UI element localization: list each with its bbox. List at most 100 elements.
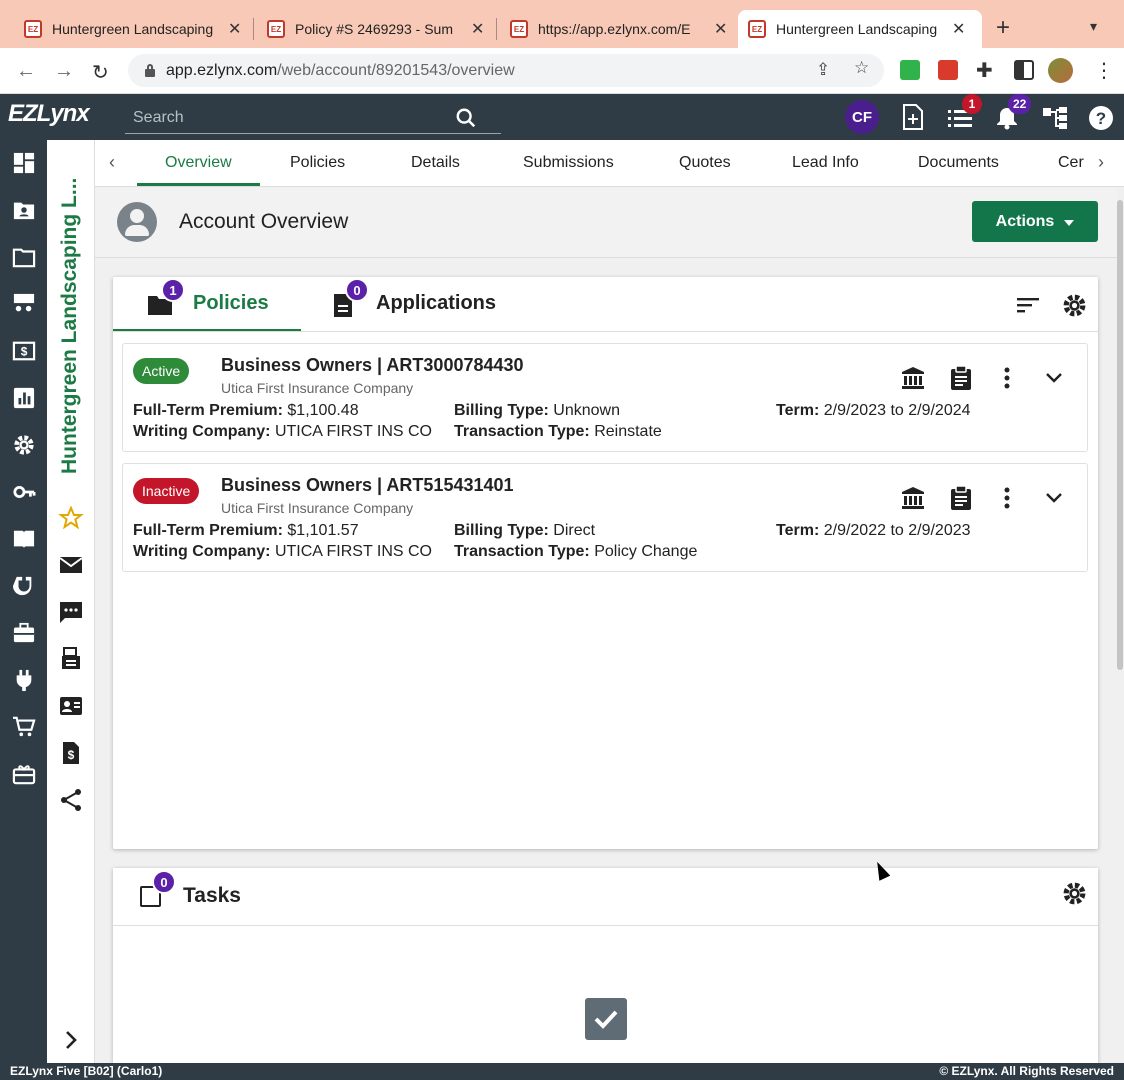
share-icon[interactable]: ⇪ — [816, 60, 830, 80]
briefcase-icon[interactable] — [11, 622, 37, 644]
policy-title[interactable]: Business Owners | ART515431401 — [221, 475, 514, 496]
tab-details[interactable]: Details — [411, 154, 460, 172]
org-hierarchy-icon[interactable] — [1042, 106, 1068, 130]
tab-certificates-truncated[interactable]: Cer — [1058, 154, 1084, 172]
contacts-folder-icon[interactable] — [11, 199, 37, 221]
tab-documents[interactable]: Documents — [918, 154, 999, 172]
policy-carrier: Utica First Insurance Company — [221, 380, 414, 396]
fax-printer-icon[interactable] — [58, 647, 84, 671]
writing-company-field: Writing Company: UTICA FIRST INS CO — [133, 423, 432, 441]
account-name-vertical: Huntergreen Landscaping L... — [58, 177, 81, 474]
carrier-bank-icon[interactable] — [901, 486, 925, 510]
account-avatar-icon — [117, 202, 157, 242]
close-tab-icon[interactable]: ✕ — [714, 19, 727, 39]
policy-carrier: Utica First Insurance Company — [221, 500, 414, 516]
back-icon[interactable]: ← — [16, 60, 36, 83]
ezlynx-favicon-icon: EZ — [748, 20, 766, 38]
extension-ezlynx-icon[interactable] — [938, 60, 958, 80]
browser-tab-1[interactable]: EZ Huntergreen Landscaping ✕ — [14, 10, 251, 48]
carrier-bank-icon[interactable] — [901, 366, 925, 390]
dashboard-icon[interactable] — [11, 152, 37, 174]
panel-tab-policies[interactable]: Policies — [193, 292, 269, 315]
billing-dollar-icon[interactable]: $ — [11, 340, 37, 362]
tab-lead-info[interactable]: Lead Info — [792, 154, 859, 172]
tasks-settings-gear-icon[interactable] — [1062, 881, 1087, 906]
profile-avatar[interactable] — [1048, 58, 1073, 83]
actions-dropdown-button[interactable]: Actions — [972, 201, 1098, 242]
help-icon[interactable]: ? — [1088, 105, 1114, 131]
reload-icon[interactable]: ↻ — [92, 60, 109, 85]
panel-settings-gear-icon[interactable] — [1062, 293, 1087, 318]
tasks-count-badge: 1 — [962, 94, 982, 114]
new-document-icon[interactable] — [902, 104, 924, 130]
email-envelope-icon[interactable] — [58, 553, 84, 577]
settings-gear-icon[interactable] — [11, 434, 37, 456]
close-tab-icon[interactable]: ✕ — [471, 19, 484, 39]
browser-tab-bar: EZ Huntergreen Landscaping ✕ EZ Policy #… — [0, 0, 1124, 48]
bookmark-star-icon[interactable]: ☆ — [854, 58, 869, 78]
status-badge-active: Active — [133, 358, 190, 384]
tasks-divider — [113, 925, 1098, 926]
new-tab-icon[interactable]: + — [996, 14, 1010, 42]
expand-chevron-down-icon[interactable] — [1044, 370, 1064, 386]
reports-chart-icon[interactable] — [11, 387, 37, 409]
notifications-count-badge: 22 — [1008, 94, 1032, 114]
footer-copyright: © EZLynx. All Rights Reserved — [939, 1064, 1114, 1078]
svg-text:?: ? — [1096, 109, 1106, 128]
search-icon[interactable] — [455, 107, 477, 129]
billing-type-value: Direct — [553, 522, 596, 539]
billing-type-label: Billing Type: — [454, 522, 549, 539]
tab-overview[interactable]: Overview — [165, 154, 232, 172]
url-path: /web/account/89201543/overview — [277, 61, 515, 79]
shopping-cart-icon[interactable] — [11, 716, 37, 738]
folder-icon[interactable] — [11, 246, 37, 268]
extension-green-icon[interactable] — [900, 60, 920, 80]
address-bar[interactable]: app.ezlynx.com/web/account/89201543/over… — [128, 54, 884, 87]
clipboard-icon[interactable] — [950, 485, 972, 511]
magnet-icon[interactable] — [11, 575, 37, 597]
tasks-title: Tasks — [183, 884, 241, 907]
sms-message-icon[interactable] — [58, 600, 84, 624]
browser-menu-icon[interactable]: ⋮ — [1094, 58, 1114, 83]
search-box[interactable] — [125, 102, 501, 134]
clipboard-icon[interactable] — [950, 365, 972, 391]
sort-icon[interactable] — [1016, 296, 1040, 314]
tab-submissions[interactable]: Submissions — [523, 154, 614, 172]
tab-policies[interactable]: Policies — [290, 154, 345, 172]
share-network-icon[interactable] — [58, 788, 84, 812]
tab-quotes[interactable]: Quotes — [679, 154, 731, 172]
contact-card-icon[interactable] — [58, 694, 84, 718]
caret-down-icon — [1064, 219, 1075, 226]
search-input[interactable] — [125, 108, 455, 127]
expand-rail-chevron-icon[interactable] — [58, 1028, 84, 1052]
key-icon[interactable] — [11, 481, 37, 503]
user-avatar[interactable]: CF — [845, 100, 879, 134]
browser-tab-4-active[interactable]: EZ Huntergreen Landscaping ✕ — [738, 10, 982, 48]
forward-icon[interactable]: → — [54, 60, 74, 83]
ezlynx-favicon-icon: EZ — [267, 20, 285, 38]
extensions-puzzle-icon[interactable]: ✚ — [976, 58, 993, 83]
ezlynx-logo[interactable]: EZLynx — [8, 100, 90, 128]
side-panel-icon[interactable] — [1014, 60, 1034, 80]
page-scrollbar[interactable] — [1117, 200, 1123, 670]
tab-search-chevron-icon[interactable]: ▾ — [1090, 18, 1097, 35]
browser-tab-3[interactable]: EZ https://app.ezlynx.com/E ✕ — [500, 10, 737, 48]
policy-title[interactable]: Business Owners | ART3000784430 — [221, 355, 524, 376]
gift-card-icon[interactable] — [11, 763, 37, 785]
favorite-star-icon[interactable] — [58, 506, 84, 530]
invoice-dollar-icon[interactable]: $ — [58, 741, 84, 765]
more-options-icon[interactable] — [1000, 486, 1014, 510]
book-icon[interactable] — [11, 528, 37, 550]
more-options-icon[interactable] — [1000, 366, 1014, 390]
people-dollar-icon[interactable] — [11, 293, 37, 315]
browser-tab-2[interactable]: EZ Policy #S 2469293 - Sum ✕ — [257, 10, 494, 48]
tabs-scroll-left-icon[interactable]: ‹ — [109, 152, 115, 173]
plug-icon[interactable] — [11, 669, 37, 691]
browser-tab-title: Huntergreen Landscaping — [776, 21, 938, 37]
expand-chevron-down-icon[interactable] — [1044, 490, 1064, 506]
tabs-scroll-right-icon[interactable]: › — [1098, 152, 1104, 173]
transaction-type-label: Transaction Type: — [454, 423, 590, 440]
close-tab-icon[interactable]: ✕ — [952, 19, 965, 39]
panel-tab-applications[interactable]: Applications — [376, 292, 496, 315]
close-tab-icon[interactable]: ✕ — [228, 19, 241, 39]
